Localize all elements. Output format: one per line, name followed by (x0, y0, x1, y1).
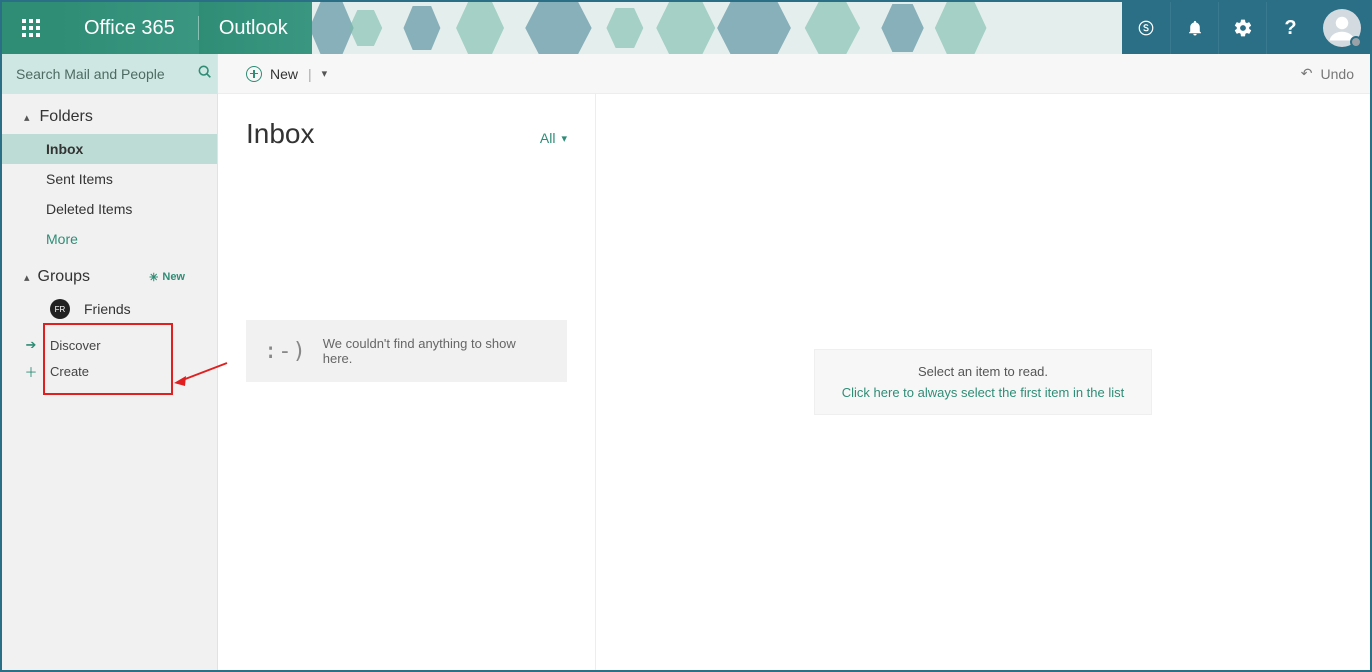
skype-icon (1137, 19, 1155, 37)
plus-icon: ＋ (24, 362, 38, 381)
chevron-up-icon: ▴ (24, 111, 30, 124)
search-icon[interactable] (197, 64, 213, 85)
empty-text: We couldn't find anything to show here. (323, 336, 549, 366)
reading-pane: Select an item to read. Click here to al… (596, 94, 1370, 670)
presence-dot (1350, 36, 1362, 48)
reading-placeholder-link[interactable]: Click here to always select the first it… (825, 385, 1141, 400)
list-title: Inbox (246, 118, 315, 150)
chevron-up-icon: ▴ (24, 271, 30, 284)
groups-label: Groups (38, 268, 90, 286)
folders-header[interactable]: ▴ Folders (2, 94, 217, 134)
list-filter[interactable]: All ▾ (540, 130, 567, 146)
folders-label: Folders (40, 108, 93, 126)
undo-button[interactable]: ↶ Undo (1301, 65, 1354, 82)
settings-button[interactable] (1218, 2, 1266, 54)
app-label[interactable]: Outlook (199, 2, 312, 54)
folder-deleted-items[interactable]: Deleted Items (2, 194, 217, 224)
reading-placeholder-line1: Select an item to read. (825, 364, 1141, 379)
suite-header: Office 365 Outlook ? (2, 2, 1370, 54)
groups-discover[interactable]: ➔ Discover (2, 332, 217, 358)
brand-label[interactable]: Office 365 (60, 2, 199, 54)
chevron-down-icon: ▾ (561, 132, 567, 145)
bell-icon (1186, 19, 1204, 37)
emoji-icon: :-) (264, 339, 307, 364)
group-label: Friends (84, 301, 131, 317)
skype-button[interactable] (1122, 2, 1170, 54)
undo-icon: ↶ (1301, 65, 1313, 82)
help-icon: ? (1284, 17, 1296, 40)
group-avatar: FR (50, 299, 70, 319)
folder-sent-items[interactable]: Sent Items (2, 164, 217, 194)
empty-state: :-) We couldn't find anything to show he… (246, 320, 567, 382)
message-list-pane: Inbox All ▾ :-) We couldn't find anythin… (218, 94, 596, 670)
notifications-button[interactable] (1170, 2, 1218, 54)
help-button[interactable]: ? (1266, 2, 1314, 54)
new-dropdown[interactable]: ▾ (322, 67, 328, 80)
folders-more[interactable]: More (2, 224, 217, 254)
groups-create[interactable]: ＋ Create (2, 358, 217, 384)
search-input[interactable] (16, 66, 197, 82)
folder-inbox[interactable]: Inbox (2, 134, 217, 164)
groups-header[interactable]: ▴ Groups ✳ New (2, 254, 217, 294)
app-launcher-button[interactable] (2, 2, 60, 54)
groups-new-badge: ✳ New (149, 271, 199, 284)
gear-icon (1233, 18, 1253, 38)
plus-circle-icon (246, 66, 262, 82)
left-nav: ▴ Folders Inbox Sent Items Deleted Items… (2, 54, 218, 670)
group-friends[interactable]: FR Friends (2, 294, 217, 324)
arrow-right-icon: ➔ (24, 337, 38, 353)
waffle-icon (22, 19, 40, 37)
command-bar: New | ▾ ↶ Undo (218, 54, 1370, 94)
header-decoration (302, 2, 1040, 54)
me-avatar[interactable] (1314, 2, 1370, 54)
new-button[interactable]: New (246, 66, 298, 82)
search-bar[interactable] (2, 54, 217, 94)
sparkle-icon: ✳ (149, 271, 158, 284)
separator: | (308, 66, 312, 82)
